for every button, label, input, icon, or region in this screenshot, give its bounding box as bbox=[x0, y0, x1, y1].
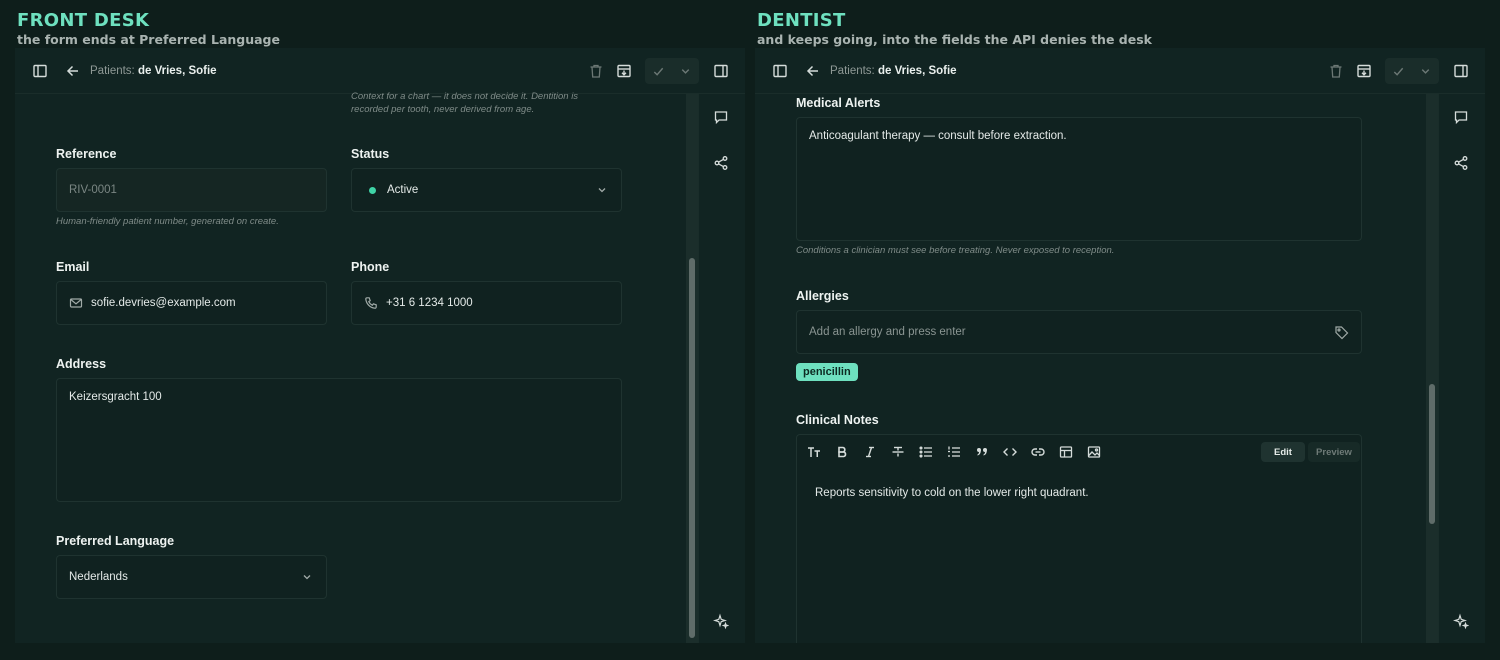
breadcrumb-section[interactable]: Patients: bbox=[830, 65, 875, 77]
preview-tab[interactable]: Preview bbox=[1308, 442, 1360, 462]
status-label: Status bbox=[351, 147, 390, 161]
phone-label: Phone bbox=[351, 260, 390, 274]
scrollbar-thumb[interactable] bbox=[689, 258, 695, 638]
share-icon[interactable] bbox=[1453, 155, 1469, 171]
quote-icon[interactable] bbox=[974, 444, 990, 460]
table-icon[interactable] bbox=[1058, 444, 1074, 460]
comment-icon[interactable] bbox=[713, 109, 729, 125]
top-toolbar: Patients: de Vries, Sofie bbox=[755, 48, 1485, 94]
phone-icon bbox=[364, 296, 378, 310]
breadcrumb-current: de Vries, Sofie bbox=[137, 65, 217, 77]
edit-tab[interactable]: Edit bbox=[1261, 442, 1305, 462]
breadcrumb: Patients: de Vries, Sofie bbox=[830, 64, 957, 78]
scrollbar[interactable] bbox=[686, 94, 698, 643]
language-select[interactable]: Nederlands bbox=[56, 555, 327, 599]
share-icon[interactable] bbox=[713, 155, 729, 171]
sidebar-right-icon[interactable] bbox=[713, 63, 729, 79]
ordered-list-icon[interactable] bbox=[946, 444, 962, 460]
dentist-title: DENTIST bbox=[757, 10, 846, 31]
editor-toolbar bbox=[806, 444, 1114, 460]
reference-value: RIV-0001 bbox=[69, 184, 117, 196]
check-icon[interactable] bbox=[1385, 58, 1412, 84]
email-label: Email bbox=[56, 260, 90, 274]
dentition-help-text: Context for a chart — it does not decide… bbox=[351, 91, 579, 115]
phone-field[interactable]: +31 6 1234 1000 bbox=[351, 281, 622, 325]
dentist-window: Patients: de Vries, Sofie Medical Alerts… bbox=[755, 48, 1485, 643]
back-arrow-icon[interactable] bbox=[805, 63, 821, 79]
check-icon[interactable] bbox=[645, 58, 672, 84]
image-icon[interactable] bbox=[1086, 444, 1102, 460]
front-desk-subtitle: the form ends at Preferred Language bbox=[17, 32, 280, 47]
reference-label: Reference bbox=[56, 147, 117, 161]
mail-icon bbox=[69, 296, 83, 310]
allergies-input[interactable]: Add an allergy and press enter bbox=[796, 310, 1362, 354]
tag-icon bbox=[1334, 325, 1349, 340]
clinical-notes-label: Clinical Notes bbox=[796, 413, 879, 427]
allergies-label: Allergies bbox=[796, 289, 849, 303]
status-value: Active bbox=[387, 184, 419, 196]
reference-help-text: Human-friendly patient number, generated… bbox=[56, 216, 279, 227]
bold-icon[interactable] bbox=[834, 444, 850, 460]
clinical-notes-editor[interactable]: Edit Preview Reports sensitivity to cold… bbox=[796, 434, 1362, 643]
save-button-group bbox=[1385, 58, 1439, 84]
language-value: Nederlands bbox=[69, 571, 128, 583]
email-field[interactable]: sofie.devries@example.com bbox=[56, 281, 327, 325]
strikethrough-icon[interactable] bbox=[890, 444, 906, 460]
reference-field: RIV-0001 bbox=[56, 168, 327, 212]
language-label: Preferred Language bbox=[56, 534, 175, 548]
link-icon[interactable] bbox=[1030, 444, 1046, 460]
address-textarea[interactable]: Keizersgracht 100 bbox=[56, 378, 622, 502]
front-desk-title: FRONT DESK bbox=[17, 10, 150, 31]
bullet-list-icon[interactable] bbox=[918, 444, 934, 460]
status-select[interactable]: Active bbox=[351, 168, 622, 212]
front-desk-window: Patients: de Vries, Sofie Context for a … bbox=[15, 48, 745, 643]
chevron-down-icon bbox=[597, 185, 607, 195]
archive-icon[interactable] bbox=[616, 63, 632, 79]
medical-alerts-value: Anticoagulant therapy — consult before e… bbox=[809, 130, 1067, 142]
allergies-placeholder: Add an allergy and press enter bbox=[809, 326, 966, 338]
right-rail bbox=[1438, 94, 1483, 643]
address-label: Address bbox=[56, 357, 107, 371]
sparkle-icon[interactable] bbox=[1453, 613, 1470, 630]
medical-alerts-help-text: Conditions a clinician must see before t… bbox=[796, 245, 1115, 256]
sidebar-left-icon[interactable] bbox=[32, 63, 48, 79]
chevron-down-icon[interactable] bbox=[1412, 58, 1439, 84]
heading-icon[interactable] bbox=[806, 444, 822, 460]
scrollbar[interactable] bbox=[1426, 94, 1438, 643]
dentist-caption: DENTIST and keeps going, into the fields… bbox=[757, 10, 1152, 48]
sidebar-right-icon[interactable] bbox=[1453, 63, 1469, 79]
status-dot bbox=[369, 186, 376, 194]
breadcrumb-section[interactable]: Patients: bbox=[90, 65, 135, 77]
phone-value: +31 6 1234 1000 bbox=[386, 297, 473, 309]
medical-alerts-label: Medical Alerts bbox=[796, 96, 881, 110]
sparkle-icon[interactable] bbox=[713, 613, 730, 630]
dentist-subtitle: and keeps going, into the fields the API… bbox=[757, 32, 1152, 47]
save-button-group bbox=[645, 58, 699, 84]
trash-icon[interactable] bbox=[588, 63, 604, 79]
clinical-notes-content[interactable]: Reports sensitivity to cold on the lower… bbox=[815, 487, 1089, 499]
email-value: sofie.devries@example.com bbox=[91, 297, 236, 309]
archive-icon[interactable] bbox=[1356, 63, 1372, 79]
scrollbar-thumb[interactable] bbox=[1429, 384, 1435, 524]
code-icon[interactable] bbox=[1002, 444, 1018, 460]
address-value: Keizersgracht 100 bbox=[69, 391, 162, 403]
front-desk-caption: FRONT DESK the form ends at Preferred La… bbox=[17, 10, 280, 48]
medical-alerts-textarea[interactable]: Anticoagulant therapy — consult before e… bbox=[796, 117, 1362, 241]
trash-icon[interactable] bbox=[1328, 63, 1344, 79]
right-rail bbox=[698, 94, 743, 643]
breadcrumb-current: de Vries, Sofie bbox=[877, 65, 957, 77]
comment-icon[interactable] bbox=[1453, 109, 1469, 125]
allergy-chip[interactable]: penicillin bbox=[796, 363, 858, 381]
italic-icon[interactable] bbox=[862, 444, 878, 460]
chevron-down-icon bbox=[302, 572, 312, 582]
sidebar-left-icon[interactable] bbox=[772, 63, 788, 79]
back-arrow-icon[interactable] bbox=[65, 63, 81, 79]
top-toolbar: Patients: de Vries, Sofie bbox=[15, 48, 745, 94]
breadcrumb: Patients: de Vries, Sofie bbox=[90, 64, 217, 78]
chevron-down-icon[interactable] bbox=[672, 58, 699, 84]
